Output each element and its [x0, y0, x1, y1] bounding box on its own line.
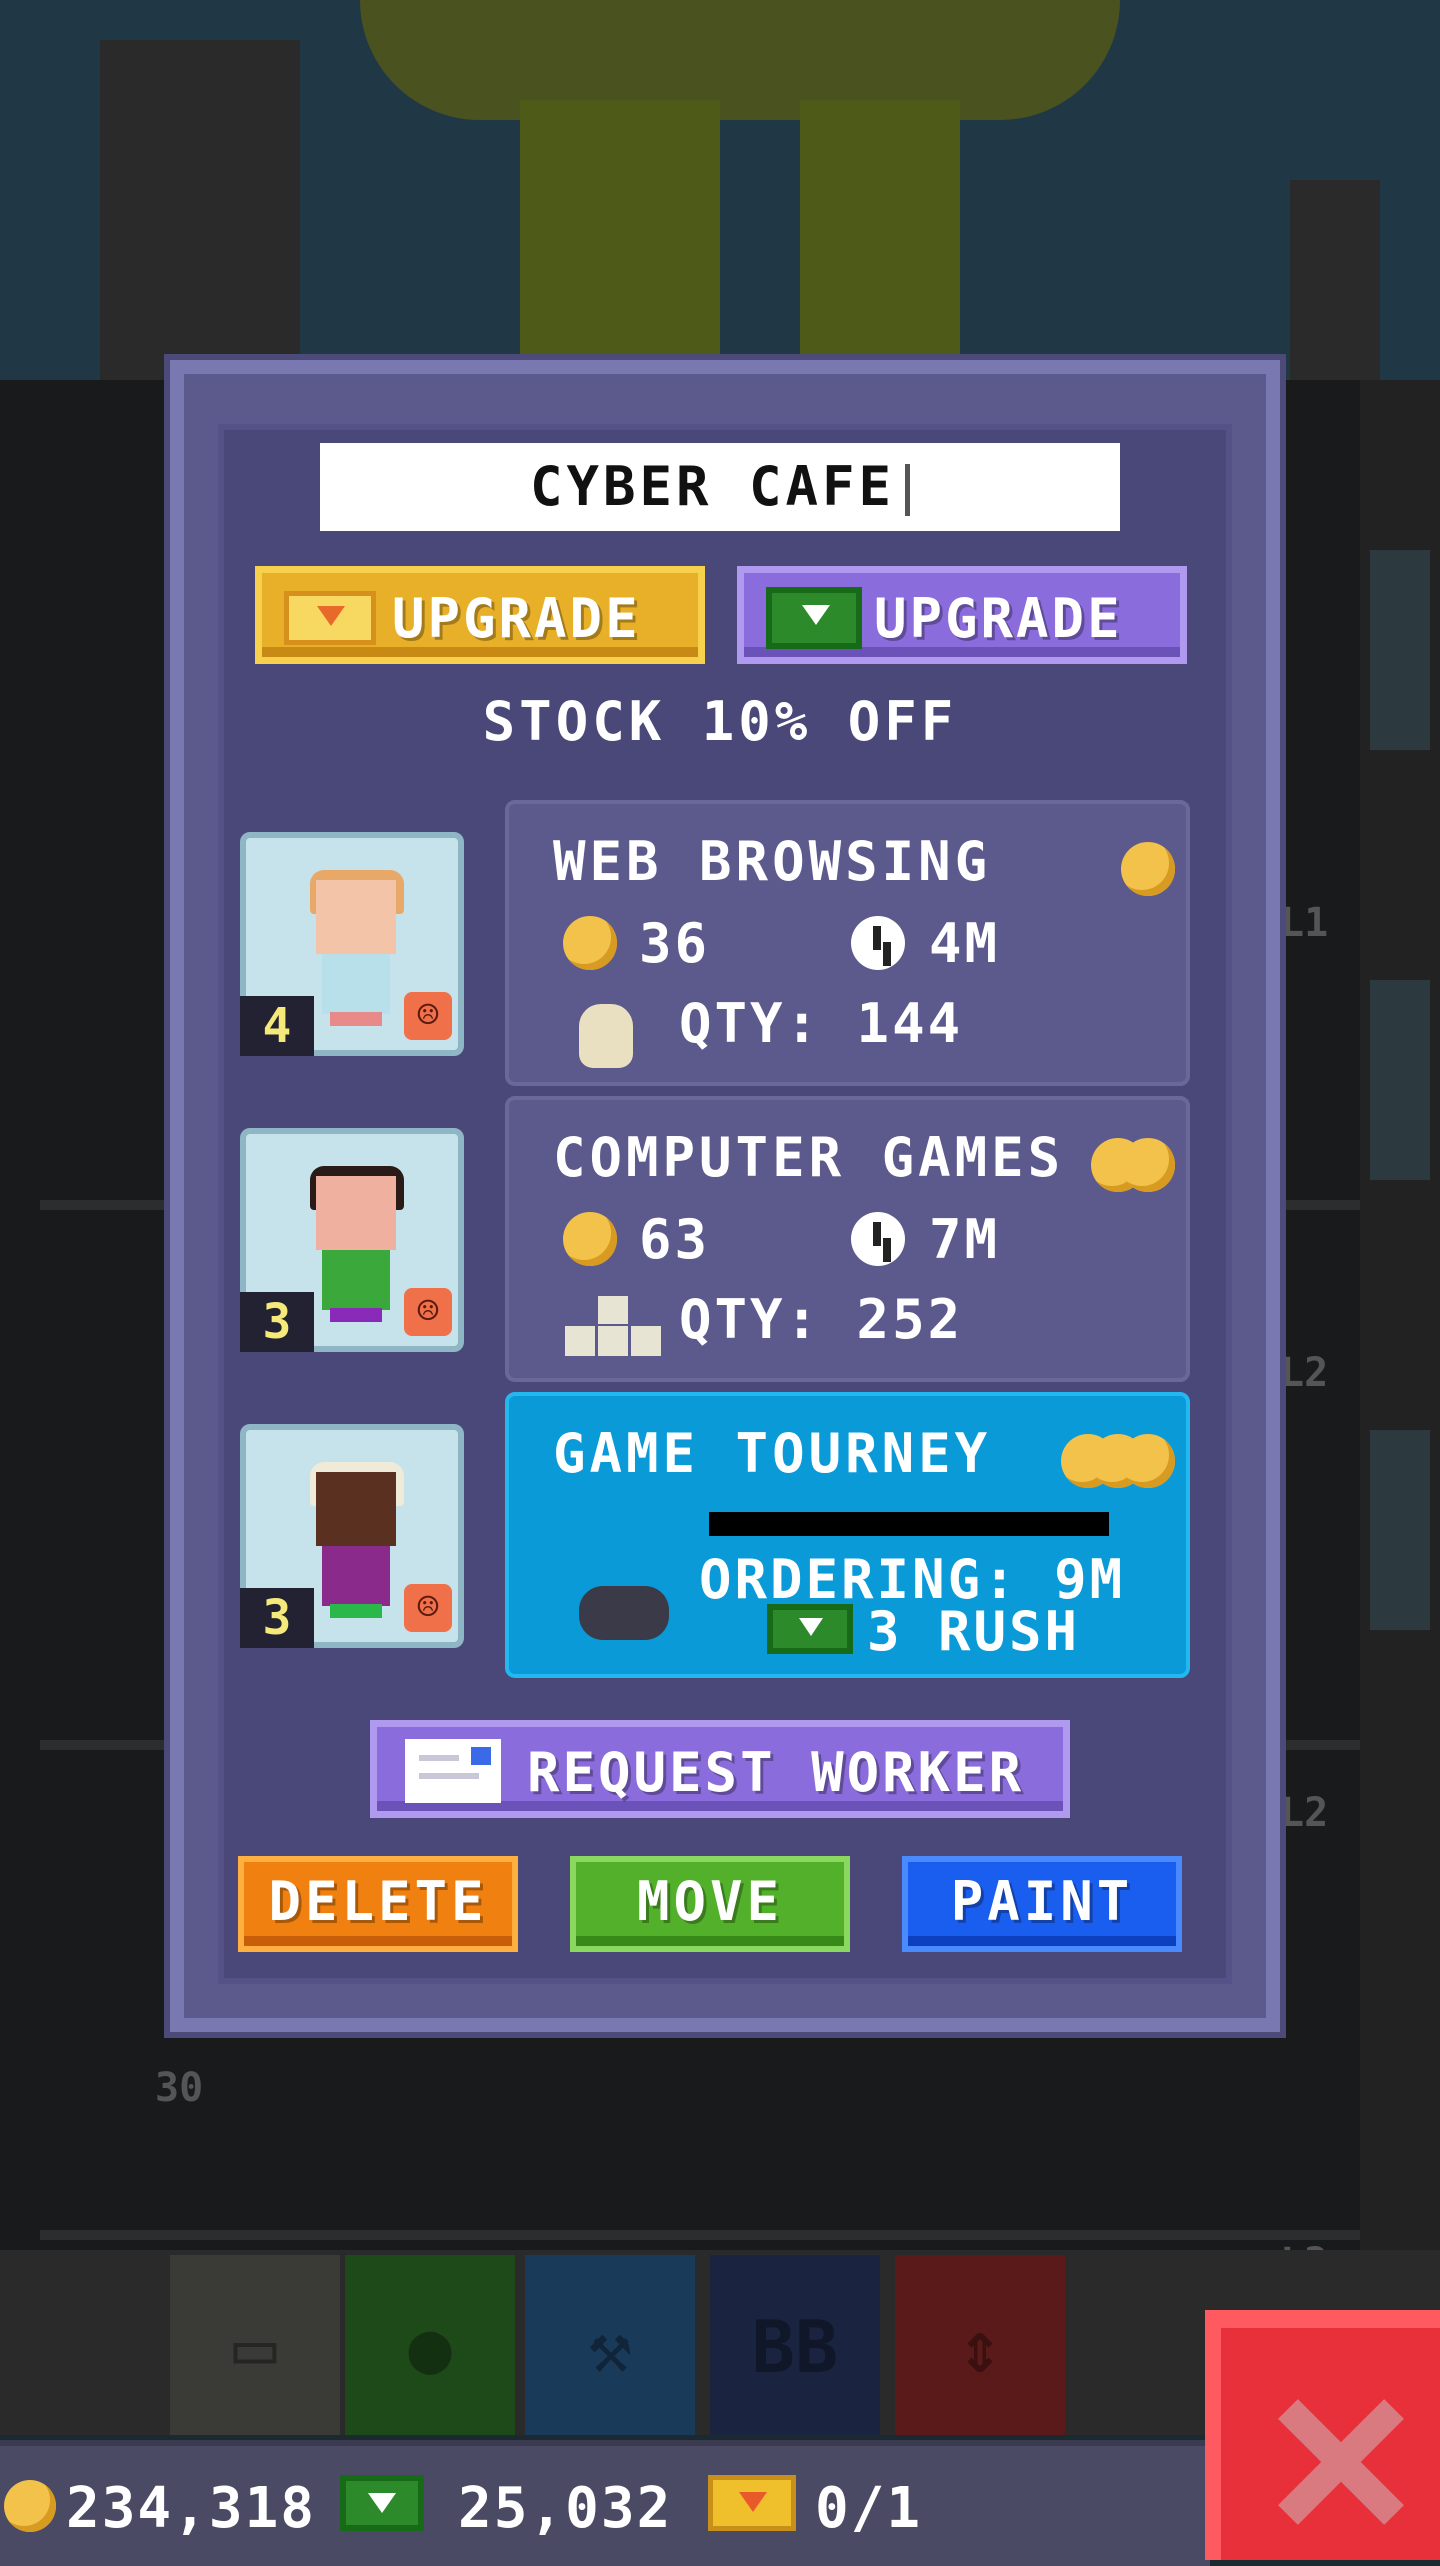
envelope-line	[419, 1755, 459, 1761]
worker-card[interactable]: 3 ☹	[240, 1424, 464, 1648]
side-room	[1370, 980, 1430, 1180]
product-price: 63	[639, 1208, 711, 1271]
tree-trunk	[520, 100, 720, 370]
product-card-game-tourney[interactable]: GAME TOURNEY ORDERING: 9M 3 RUSH	[505, 1392, 1190, 1678]
build-button[interactable]: ⚒	[525, 2255, 695, 2435]
side-floors	[1360, 380, 1440, 2260]
ticket-icon	[708, 2475, 796, 2531]
bitbook-button[interactable]: BB	[710, 2255, 880, 2435]
close-button[interactable]	[1205, 2310, 1440, 2560]
gamepad-icon	[579, 1586, 669, 1640]
text-caret	[905, 464, 911, 517]
coins-button[interactable]: ●	[345, 2255, 515, 2435]
tree-canopy	[360, 0, 1120, 120]
coins-icon: ●	[408, 2305, 452, 2389]
ticket-count: 0/1	[815, 2476, 923, 2541]
product-time: 4M	[929, 912, 1001, 975]
worker-face	[316, 880, 396, 954]
side-room	[1370, 1430, 1430, 1630]
unhappy-face-icon: ☹	[404, 992, 452, 1040]
bux-icon	[340, 2475, 424, 2531]
bux-icon	[766, 587, 862, 649]
tier-coin-icon	[1121, 1434, 1175, 1488]
paint-button[interactable]: PAINT	[902, 1856, 1182, 1952]
elevator-button[interactable]: ⇕	[895, 2255, 1065, 2435]
block	[631, 1326, 661, 1356]
worker-card[interactable]: 3 ☹	[240, 1128, 464, 1352]
elevator-icon: ▭	[233, 2305, 277, 2389]
request-worker-button[interactable]: REQUEST WORKER	[370, 1720, 1070, 1818]
blocks-icon	[565, 1296, 661, 1356]
floor-label: L1	[1280, 900, 1329, 946]
product-card-web-browsing[interactable]: WEB BROWSING 36 4M QTY: 144	[505, 800, 1190, 1086]
worker-legs	[330, 1604, 382, 1618]
upgrade-gold-button[interactable]: UPGRADE	[255, 566, 705, 664]
block	[565, 1326, 595, 1356]
bitbook-icon: BB	[751, 2305, 839, 2389]
bg-building	[100, 40, 300, 380]
product-qty: QTY: 144	[679, 992, 964, 1055]
request-worker-label: REQUEST WORKER	[527, 1741, 1025, 1804]
store-name: CYBER CAFE	[529, 455, 896, 518]
product-name: COMPUTER GAMES	[553, 1126, 1065, 1189]
bux-icon	[767, 1604, 853, 1654]
product-name: WEB BROWSING	[553, 830, 992, 893]
product-card-computer-games[interactable]: COMPUTER GAMES 63 7M QTY: 252	[505, 1096, 1190, 1382]
block	[598, 1326, 628, 1356]
order-progress-bar	[709, 1512, 1109, 1536]
delete-button[interactable]: DELETE	[238, 1856, 518, 1952]
product-time: 7M	[929, 1208, 1001, 1271]
worker-legs	[330, 1308, 382, 1322]
upgrade-bux-label: UPGRADE	[874, 587, 1123, 650]
worker-level: 4	[240, 996, 314, 1056]
lobby-button[interactable]: ▭	[170, 2255, 340, 2435]
product-price: 36	[639, 912, 711, 975]
golden-ticket-icon	[284, 591, 376, 645]
floor-divider	[40, 2230, 1360, 2240]
clock-icon	[851, 916, 905, 970]
coin-icon	[4, 2480, 56, 2532]
stamp	[471, 1747, 491, 1765]
hammer-icon: ⚒	[588, 2305, 632, 2389]
floor-label: L2	[1280, 1350, 1329, 1396]
bg-building	[1290, 180, 1380, 380]
product-name: GAME TOURNEY	[553, 1422, 992, 1485]
worker-face	[316, 1472, 396, 1546]
floor-label: 30	[155, 2065, 204, 2111]
rush-label: 3 RUSH	[867, 1600, 1081, 1663]
mouse-icon	[579, 1004, 633, 1068]
envelope-icon	[405, 1739, 501, 1803]
tier-coin-icon	[1121, 1138, 1175, 1192]
worker-body	[322, 1250, 390, 1310]
worker-body	[322, 954, 390, 1014]
tier-coin-icon	[1121, 842, 1175, 896]
envelope-line	[419, 1773, 479, 1779]
worker-legs	[330, 1012, 382, 1026]
move-button[interactable]: MOVE	[570, 1856, 850, 1952]
up-down-arrows-icon: ⇕	[958, 2305, 1002, 2389]
coin-balance: 234,318	[66, 2476, 317, 2541]
store-name-field[interactable]: CYBER CAFE	[320, 443, 1120, 531]
side-room	[1370, 550, 1430, 750]
clock-icon	[851, 1212, 905, 1266]
product-qty: QTY: 252	[679, 1288, 964, 1351]
upgrade-bux-button[interactable]: UPGRADE	[737, 566, 1187, 664]
stock-discount-text: STOCK 10% OFF	[482, 690, 958, 753]
floor-label: L2	[1280, 1790, 1329, 1836]
worker-face	[316, 1176, 396, 1250]
coin-icon	[563, 916, 617, 970]
worker-body	[322, 1546, 390, 1606]
unhappy-face-icon: ☹	[404, 1288, 452, 1336]
tree-trunk	[800, 100, 960, 370]
bux-balance: 25,032	[458, 2476, 673, 2541]
unhappy-face-icon: ☹	[404, 1584, 452, 1632]
worker-card[interactable]: 4 ☹	[240, 832, 464, 1056]
worker-level: 3	[240, 1588, 314, 1648]
worker-level: 3	[240, 1292, 314, 1352]
upgrade-gold-label: UPGRADE	[392, 587, 641, 650]
coin-icon	[563, 1212, 617, 1266]
block	[598, 1296, 628, 1324]
